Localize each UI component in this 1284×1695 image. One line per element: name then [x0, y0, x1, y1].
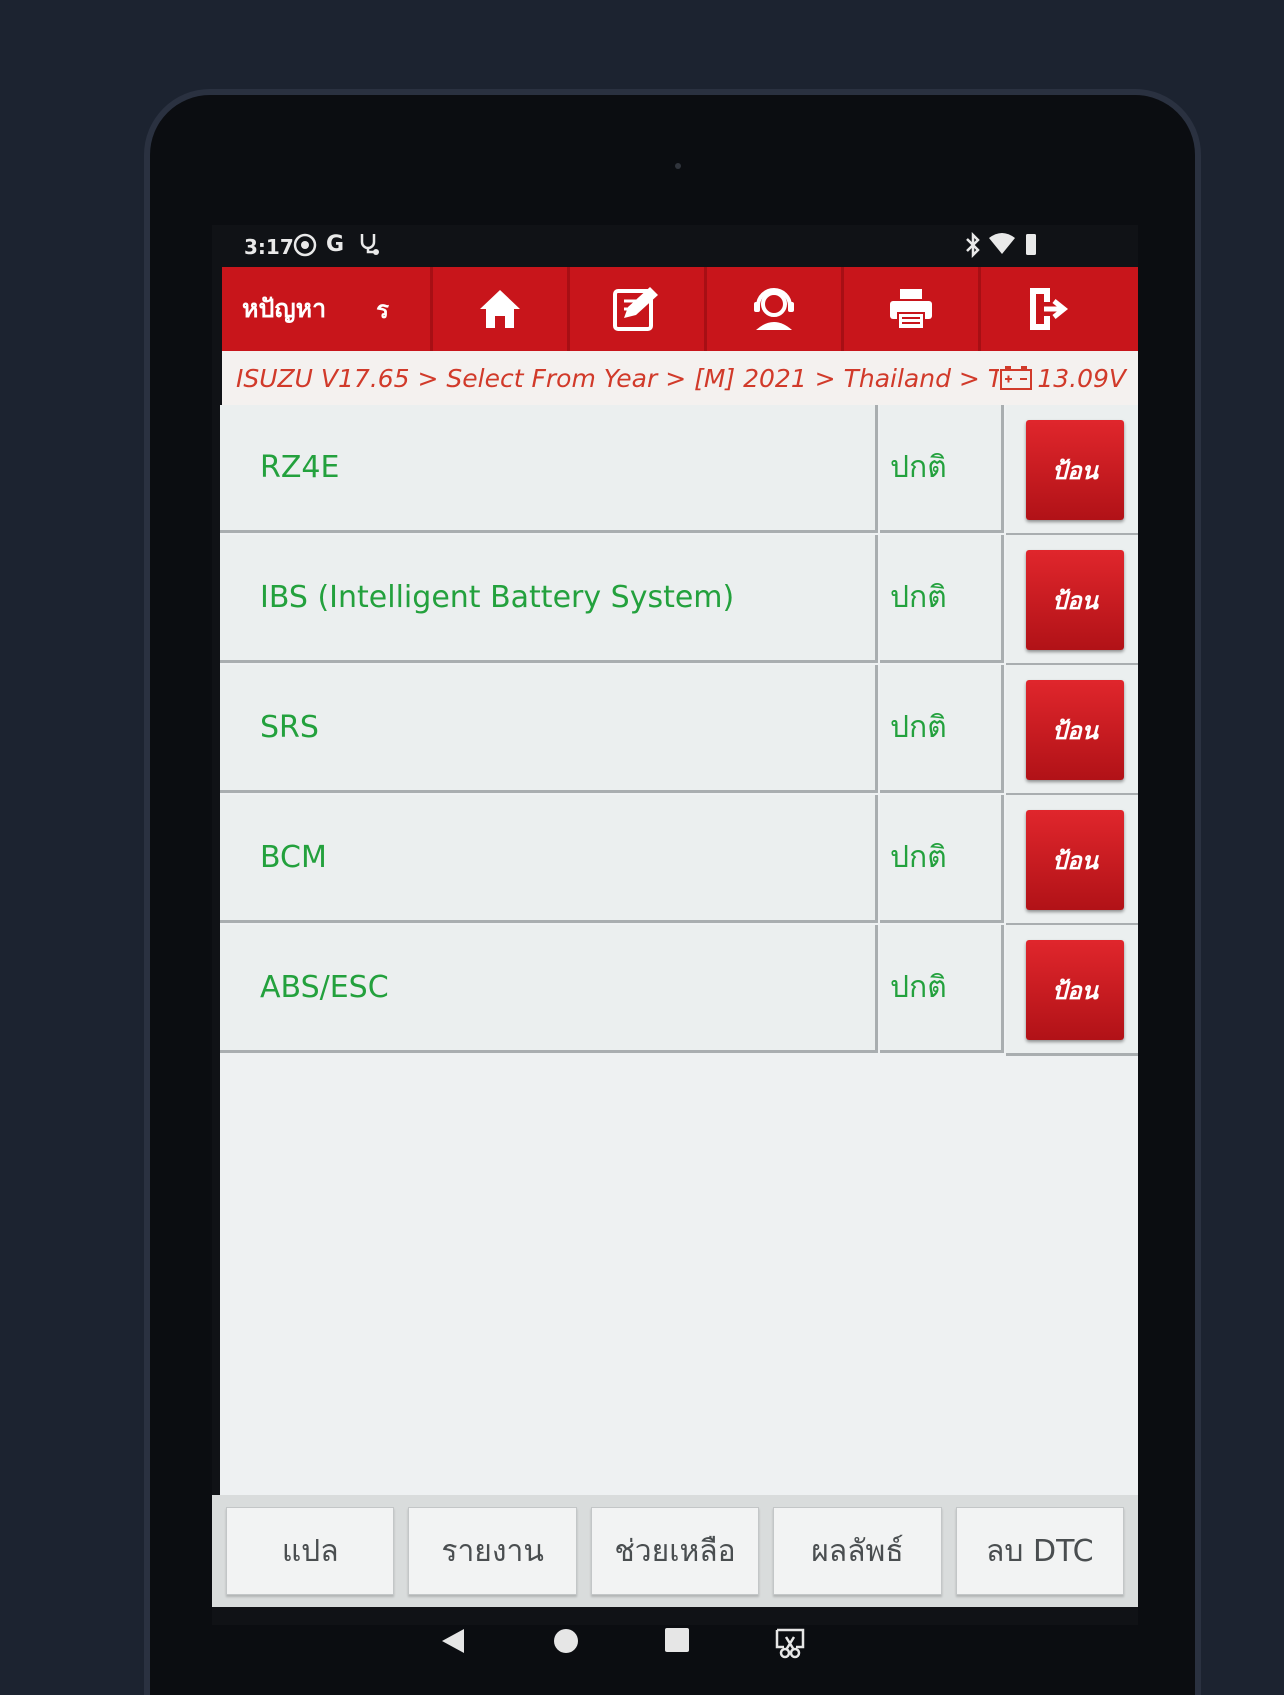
enter-button[interactable]: ป้อน: [1026, 940, 1124, 1040]
toolbar-title-text: หปัญหา: [242, 294, 327, 323]
printer-icon: [890, 289, 932, 330]
device-screen: 3:17 G หปัญหา ร ISUZU V17.65 > Select Fr…: [212, 225, 1138, 1659]
system-status: ปกติ: [880, 535, 1004, 663]
toolbar-title: หปัญหา ร: [222, 267, 430, 351]
system-status: ปกติ: [880, 925, 1004, 1053]
enter-button-cell: ป้อน: [1006, 795, 1138, 926]
report-button[interactable]: รายงาน: [408, 1507, 577, 1595]
enter-button-cell: ป้อน: [1006, 925, 1138, 1056]
wifi-icon: [988, 232, 1016, 262]
status-bar: 3:17 G: [212, 225, 1138, 267]
system-list: RZ4E ปกติ ป้อน IBS (Intelligent Battery …: [220, 405, 1138, 1495]
battery-icon: [1024, 232, 1038, 262]
recents-icon[interactable]: [664, 1627, 690, 1653]
enter-button[interactable]: ป้อน: [1026, 810, 1124, 910]
edit-icon: [613, 287, 658, 331]
support-agent-icon: [754, 288, 794, 330]
settings-icon: [292, 232, 318, 264]
list-item: BCM ปกติ ป้อน: [220, 795, 1138, 926]
translate-button[interactable]: แปล: [226, 1507, 395, 1595]
back-icon[interactable]: [440, 1627, 466, 1655]
system-name: ABS/ESC: [220, 925, 878, 1053]
exit-icon: [1030, 288, 1069, 330]
list-item: IBS (Intelligent Battery System) ปกติ ป้…: [220, 535, 1138, 666]
stethoscope-icon: [358, 232, 380, 261]
enter-button[interactable]: ป้อน: [1026, 420, 1124, 520]
system-name: IBS (Intelligent Battery System): [220, 535, 878, 663]
home-button[interactable]: [430, 267, 567, 351]
list-item: ABS/ESC ปกติ ป้อน: [220, 925, 1138, 1056]
system-status: ปกติ: [880, 665, 1004, 793]
system-status: ปกติ: [880, 795, 1004, 923]
system-name: SRS: [220, 665, 878, 793]
clear-dtc-button[interactable]: ลบ DTC: [955, 1507, 1125, 1595]
toolbar-title-extra: ร: [376, 295, 390, 324]
help-button[interactable]: ช่วยเหลือ: [590, 1507, 760, 1595]
edit-button[interactable]: [567, 267, 704, 351]
front-camera: [675, 163, 681, 169]
battery-voltage: 13.09V: [999, 364, 1126, 393]
bottom-action-bar: แปล รายงาน ช่วยเหลือ ผลลัพธ์ ลบ DTC: [212, 1495, 1138, 1607]
screenshot-icon[interactable]: [774, 1627, 806, 1659]
enter-button[interactable]: ป้อน: [1026, 680, 1124, 780]
navigation-bar: [212, 1607, 1138, 1677]
exit-button[interactable]: [978, 267, 1115, 351]
voltage-value: 13.09V: [1037, 363, 1126, 393]
enter-button-cell: ป้อน: [1006, 405, 1138, 536]
car-battery-icon: [1000, 366, 1033, 390]
toolbar: หปัญหา ร: [222, 267, 1138, 351]
home-nav-icon[interactable]: [552, 1627, 580, 1655]
google-g-icon: G: [326, 232, 345, 257]
list-item: RZ4E ปกติ ป้อน: [220, 405, 1138, 536]
enter-button-cell: ป้อน: [1006, 665, 1138, 796]
breadcrumb: ISUZU V17.65 > Select From Year > [M] 20…: [222, 351, 1138, 405]
status-time: 3:17: [244, 235, 294, 259]
system-status: ปกติ: [880, 405, 1004, 533]
enter-button-cell: ป้อน: [1006, 535, 1138, 666]
enter-button[interactable]: ป้อน: [1026, 550, 1124, 650]
list-item: SRS ปกติ ป้อน: [220, 665, 1138, 796]
support-button[interactable]: [704, 267, 841, 351]
print-button[interactable]: [841, 267, 978, 351]
breadcrumb-path: ISUZU V17.65 > Select From Year > [M] 20…: [236, 363, 1000, 393]
result-button[interactable]: ผลลัพธ์: [773, 1507, 942, 1595]
system-name: RZ4E: [220, 405, 878, 533]
system-name: BCM: [220, 795, 878, 923]
bluetooth-icon: [964, 231, 982, 264]
home-icon: [480, 290, 520, 328]
